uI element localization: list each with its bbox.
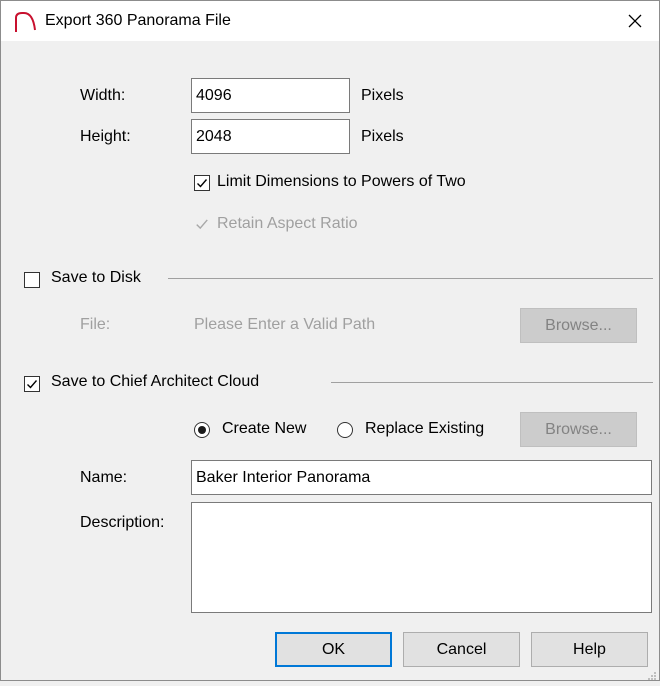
save-to-cloud-checkbox[interactable] xyxy=(24,376,40,392)
save-cloud-divider xyxy=(331,382,653,383)
check-icon xyxy=(196,219,208,230)
create-new-label[interactable]: Create New xyxy=(222,420,306,438)
name-label: Name: xyxy=(80,469,128,486)
limit-powers-checkbox[interactable] xyxy=(194,175,210,191)
height-label: Height: xyxy=(80,128,131,145)
height-unit: Pixels xyxy=(361,128,404,145)
save-to-disk-label[interactable]: Save to Disk xyxy=(51,269,141,287)
width-label: Width: xyxy=(80,87,126,104)
save-to-disk-checkbox[interactable] xyxy=(24,272,40,288)
check-icon xyxy=(197,179,208,188)
ok-button[interactable]: OK xyxy=(275,632,392,667)
replace-existing-radio[interactable] xyxy=(337,422,353,438)
window-title: Export 360 Panorama File xyxy=(45,12,231,29)
title-bar: Export 360 Panorama File xyxy=(1,1,659,41)
height-input[interactable] xyxy=(191,119,350,154)
cancel-button[interactable]: Cancel xyxy=(403,632,520,667)
create-new-radio[interactable] xyxy=(194,422,210,438)
retain-aspect-label: Retain Aspect Ratio xyxy=(217,215,358,232)
description-label: Description: xyxy=(80,514,165,531)
limit-powers-label[interactable]: Limit Dimensions to Powers of Two xyxy=(217,173,466,191)
width-unit: Pixels xyxy=(361,87,404,104)
file-path-placeholder: Please Enter a Valid Path xyxy=(194,316,376,333)
browse-disk-button[interactable]: Browse... xyxy=(520,308,637,343)
chief-architect-logo-icon xyxy=(13,10,37,34)
width-input[interactable] xyxy=(191,78,350,113)
save-to-cloud-label[interactable]: Save to Chief Architect Cloud xyxy=(51,373,259,391)
resize-grip-icon[interactable] xyxy=(647,668,657,680)
retain-aspect-checkbox[interactable] xyxy=(194,216,210,232)
browse-cloud-button[interactable]: Browse... xyxy=(520,412,637,447)
description-textarea[interactable] xyxy=(191,502,652,613)
name-input[interactable] xyxy=(191,460,652,495)
replace-existing-label[interactable]: Replace Existing xyxy=(365,420,484,438)
save-disk-divider xyxy=(168,278,653,279)
check-icon xyxy=(27,380,38,389)
help-button[interactable]: Help xyxy=(531,632,648,667)
export-panorama-dialog: Export 360 Panorama File Width: Pixels H… xyxy=(0,0,660,681)
close-icon[interactable] xyxy=(621,7,649,35)
file-label: File: xyxy=(80,316,111,333)
